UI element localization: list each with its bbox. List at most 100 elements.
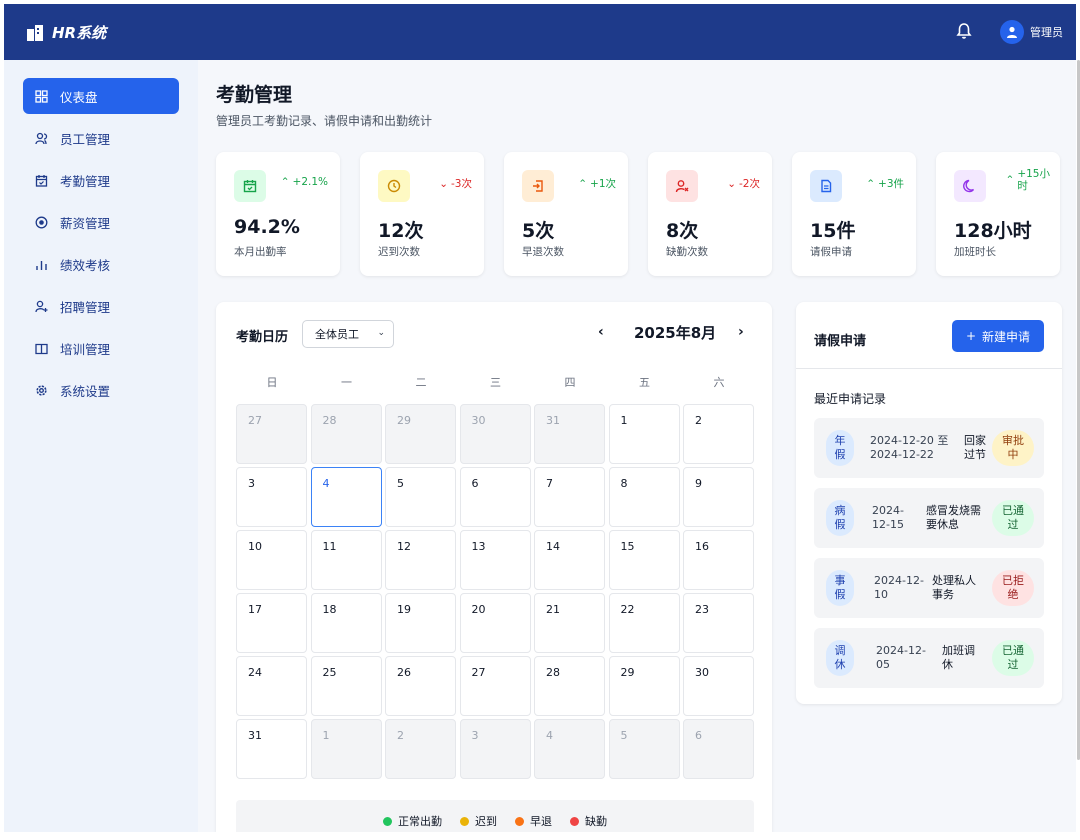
calendar-day[interactable]: 14 (534, 530, 605, 590)
leave-type-text: 调 (834, 644, 846, 657)
calendar-day[interactable]: 3 (459, 719, 531, 779)
leave-reason-line: 要休息 (926, 518, 959, 531)
calendar-day[interactable]: 13 (459, 530, 531, 590)
leave-type-badge: 年假 (826, 430, 854, 466)
stat-card-leave-requests: ⌃ +3件 15件 请假申请 (792, 152, 916, 276)
stat-change-value: +15小时 (1017, 168, 1050, 192)
bell-icon[interactable] (956, 22, 972, 40)
stat-change: ⌃ +15小时 (1006, 168, 1050, 192)
avatar[interactable] (1000, 20, 1024, 44)
sidebar-item-settings[interactable]: 系统设置 (23, 372, 179, 408)
calendar-day[interactable]: 9 (683, 467, 754, 527)
calendar-day[interactable]: 2 (385, 719, 456, 779)
weekday-label: 日 (266, 376, 278, 389)
sidebar-item-training[interactable]: 培训管理 (23, 330, 179, 366)
calendar-check-icon (243, 180, 257, 193)
calendar-day-today[interactable]: 4 (310, 467, 382, 527)
leave-type-text: 休 (834, 658, 846, 671)
calendar-day[interactable]: 24 (236, 656, 307, 716)
calendar-day[interactable]: 5 (608, 719, 680, 779)
leave-record[interactable]: 病假 2024- 12-15 感冒发烧需 要休息 已通过 (814, 488, 1044, 548)
calendar-day[interactable]: 22 (608, 593, 680, 653)
employee-filter-select[interactable]: 全体员工 ⌄ (302, 320, 394, 348)
calendar-day[interactable]: 27 (236, 404, 307, 464)
calendar-day[interactable]: 16 (683, 530, 754, 590)
new-request-button[interactable]: + 新建申请 (952, 320, 1044, 352)
divider (796, 368, 1062, 369)
calendar-day[interactable]: 17 (236, 593, 307, 653)
calendar-day[interactable]: 15 (608, 530, 680, 590)
legend-label: 缺勤 (585, 815, 607, 828)
calendar-day[interactable]: 29 (385, 404, 456, 464)
calendar-day[interactable]: 5 (385, 467, 456, 527)
calendar-day[interactable]: 28 (534, 656, 605, 716)
sidebar-item-employees[interactable]: 员工管理 (23, 120, 179, 156)
sidebar-item-recruitment[interactable]: 招聘管理 (23, 288, 179, 324)
weekday-label: 三 (490, 376, 501, 389)
prev-month-button[interactable]: ‹ (598, 324, 604, 340)
leave-reason: 处理私人 事务 (932, 574, 976, 602)
calendar-day[interactable]: 27 (459, 656, 531, 716)
stat-change: ⌃ +1次 (578, 176, 616, 191)
legend-dot (383, 816, 392, 826)
exit-icon (533, 180, 543, 192)
calendar-day[interactable]: 26 (385, 656, 456, 716)
calendar-day[interactable]: 30 (459, 404, 531, 464)
calendar-day[interactable]: 31 (534, 404, 605, 464)
calendar-day[interactable]: 10 (236, 530, 307, 590)
sidebar-item-attendance[interactable]: 考勤管理 (23, 162, 179, 198)
next-month-button[interactable]: › (738, 324, 744, 340)
leave-reason-line: 事务 (932, 588, 954, 601)
status-text: 审批 (1002, 434, 1024, 447)
top-bar: HR系统 管理员 (4, 4, 1076, 60)
sidebar-item-payroll[interactable]: 薪资管理 (23, 204, 179, 240)
stat-label: 请假申请 (810, 246, 852, 258)
calendar-day[interactable]: 30 (683, 656, 754, 716)
calendar-day[interactable]: 2 (683, 404, 754, 464)
stat-card-late: ⌄ -3次 12次 迟到次数 (360, 152, 484, 276)
button-label: 新建申请 (982, 329, 1031, 344)
stat-label: 本月出勤率 (234, 246, 287, 258)
sidebar-item-dashboard[interactable]: 仪表盘 (23, 78, 179, 114)
calendar-day[interactable]: 25 (310, 656, 382, 716)
leave-record[interactable]: 事假 2024-12- 10 处理私人 事务 已拒绝 (814, 558, 1044, 618)
stat-change: ⌄ -2次 (727, 176, 760, 191)
clock-icon (387, 179, 401, 193)
sidebar-item-label: 招聘管理 (60, 299, 111, 315)
legend-label: 正常出勤 (398, 815, 442, 828)
calendar-day[interactable]: 1 (608, 404, 680, 464)
coin-icon (35, 216, 48, 228)
status-badge: 已拒绝 (992, 570, 1034, 606)
leave-type-text: 假 (834, 448, 846, 461)
leave-record[interactable]: 调休 2024-12- 05 加班调休 已通过 (814, 628, 1044, 688)
trend-up-icon: ⌃ (866, 177, 876, 190)
calendar-day[interactable]: 8 (608, 467, 680, 527)
leave-record[interactable]: 年假 2024-12-20 至 2024-12-22 回家 过节 审批中 (814, 418, 1044, 478)
stat-change-value: -2次 (739, 178, 760, 190)
calendar-day[interactable]: 18 (310, 593, 382, 653)
calendar-day[interactable]: 23 (683, 593, 754, 653)
user-name[interactable]: 管理员 (1030, 24, 1063, 40)
calendar-day[interactable]: 3 (236, 467, 307, 527)
calendar-day[interactable]: 6 (459, 467, 531, 527)
legend-item: 正常出勤 (383, 813, 442, 829)
brand[interactable]: HR系统 (26, 22, 106, 43)
calendar-day[interactable]: 4 (534, 719, 605, 779)
sidebar-item-performance[interactable]: 绩效考核 (23, 246, 179, 282)
trend-up-icon: ⌃ (578, 177, 588, 190)
calendar-day[interactable]: 21 (534, 593, 605, 653)
calendar-day[interactable]: 31 (236, 719, 307, 779)
leave-type-text: 病 (834, 504, 846, 517)
leave-reason-line: 休 (942, 658, 953, 671)
calendar-day[interactable]: 20 (459, 593, 531, 653)
calendar-day[interactable]: 1 (310, 719, 382, 779)
calendar-day[interactable]: 19 (385, 593, 456, 653)
calendar-day[interactable]: 11 (310, 530, 382, 590)
calendar-day[interactable]: 6 (683, 719, 754, 779)
calendar-day[interactable]: 29 (608, 656, 680, 716)
leave-date-line: 05 (876, 658, 890, 671)
calendar-day[interactable]: 12 (385, 530, 456, 590)
calendar-day[interactable]: 7 (534, 467, 605, 527)
calendar-legend: 正常出勤 迟到 早退 缺勤 (236, 800, 754, 832)
calendar-day[interactable]: 28 (310, 404, 382, 464)
